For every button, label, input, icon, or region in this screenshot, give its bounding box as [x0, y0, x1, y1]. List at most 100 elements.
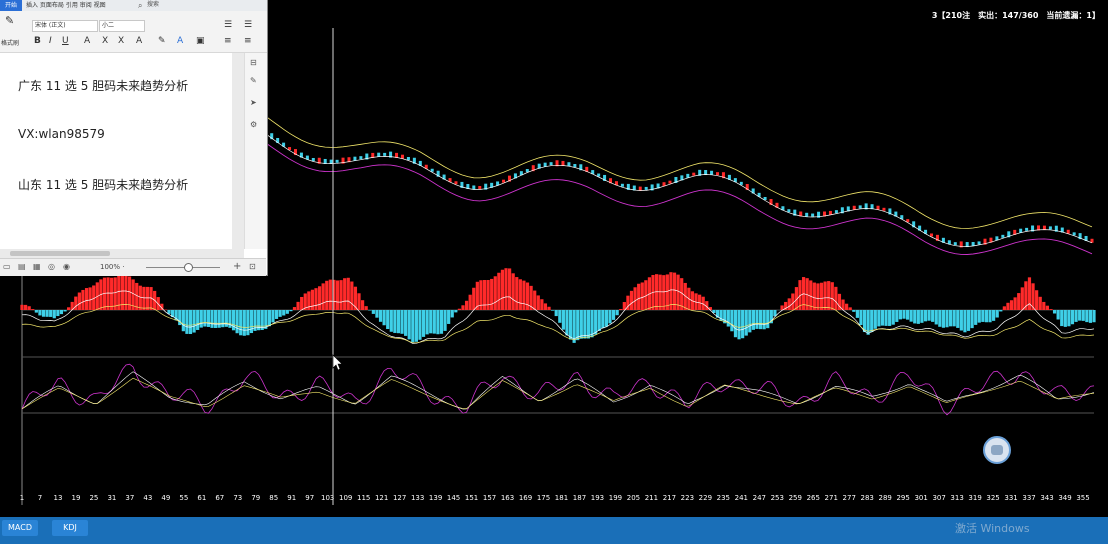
subscript-button[interactable]: X — [118, 36, 124, 46]
macd-histogram-bar — [931, 310, 935, 322]
macd-histogram-bar — [615, 310, 619, 316]
highlight-button[interactable]: ✎ — [158, 36, 166, 46]
x-tick-label: 217 — [663, 494, 676, 502]
macd-histogram-bar — [74, 296, 78, 310]
char-border-button[interactable]: ▣ — [196, 36, 205, 46]
horizontal-scrollbar[interactable] — [0, 249, 244, 258]
x-tick-label: 13 — [54, 494, 63, 502]
macd-histogram-bar — [457, 308, 462, 310]
price-candle — [311, 157, 315, 161]
price-candle — [644, 186, 648, 190]
macd-histogram-bar — [88, 287, 92, 310]
macd-histogram-bar — [20, 304, 24, 310]
macd-panel — [20, 268, 1096, 344]
outline-view-icon[interactable]: ▤ — [18, 263, 26, 271]
macd-histogram-bar — [239, 310, 243, 336]
superscript-button[interactable]: X — [102, 36, 108, 46]
numbered-list-icon[interactable]: ☰ — [244, 20, 252, 30]
macd-histogram-bar — [726, 310, 730, 327]
side-tool-panel: ⊟ ✎ ➤ ⚙ — [244, 53, 267, 249]
macd-histogram-bar — [884, 310, 888, 326]
macd-histogram-bar — [995, 310, 999, 318]
format-painter-icon[interactable]: ✎ — [5, 14, 14, 27]
zoom-in-icon[interactable]: + — [233, 262, 241, 272]
tab-macd[interactable]: MACD — [2, 520, 38, 536]
search-icon[interactable]: ⌕ — [138, 2, 142, 10]
zoom-slider-thumb[interactable] — [184, 263, 193, 272]
align-center-icon[interactable]: ≡ — [244, 36, 252, 46]
macd-histogram-bar — [396, 310, 401, 334]
panel-pin-icon[interactable]: ⊟ — [250, 59, 257, 67]
x-tick-label: 199 — [609, 494, 622, 502]
price-candle — [543, 162, 547, 167]
x-tick-label: 127 — [393, 494, 406, 502]
macd-histogram-bar — [988, 310, 992, 323]
x-tick-label: 325 — [986, 494, 999, 502]
price-candle — [400, 154, 404, 159]
macd-histogram-bar — [113, 277, 117, 310]
settings-icon[interactable]: ⚙ — [250, 121, 257, 129]
bottom-status-bar — [0, 517, 1108, 544]
underline-button[interactable]: U — [62, 36, 69, 46]
text-effect-button[interactable]: A — [136, 36, 142, 46]
macd-histogram-bar — [328, 279, 332, 310]
price-candle — [478, 185, 482, 189]
fit-page-icon[interactable]: ⊡ — [249, 263, 256, 271]
web-view-icon[interactable]: ▦ — [33, 263, 41, 271]
macd-histogram-bar — [658, 274, 662, 310]
price-candle — [329, 159, 333, 164]
pen-icon[interactable]: ✎ — [250, 77, 257, 85]
zoom-slider[interactable] — [146, 267, 220, 268]
macd-histogram-bar — [23, 304, 28, 310]
macd-histogram-bar — [210, 310, 214, 328]
pointer-icon[interactable]: ➤ — [250, 99, 257, 107]
macd-histogram-bar — [257, 310, 261, 331]
price-candle — [930, 233, 934, 237]
price-candle — [834, 210, 838, 214]
macd-histogram-bar — [923, 310, 928, 322]
bullet-list-icon[interactable]: ☰ — [224, 20, 232, 30]
macd-histogram-bar — [758, 310, 763, 330]
x-tick-label: 121 — [375, 494, 388, 502]
italic-button[interactable]: I — [49, 36, 52, 46]
ribbon-tab-list[interactable]: 插入 页面布局 引用 审阅 视图 — [26, 0, 106, 11]
font-color-button[interactable]: A — [177, 36, 183, 46]
kdj-panel — [21, 363, 1095, 416]
macd-histogram-bar — [386, 310, 390, 330]
macd-histogram-bar — [992, 310, 996, 321]
price-candle — [876, 205, 880, 210]
price-candle — [882, 207, 886, 211]
font-name-select[interactable]: 宋体 (正文) — [32, 20, 98, 32]
tab-home[interactable]: 开始 — [0, 0, 22, 11]
macd-histogram-bar — [375, 310, 379, 318]
x-tick-label: 313 — [950, 494, 963, 502]
globe-icon[interactable]: ◎ — [48, 263, 55, 271]
page-view-icon[interactable]: ▭ — [3, 263, 11, 271]
tab-kdj[interactable]: KDJ — [52, 520, 88, 536]
x-tick-label: 343 — [1040, 494, 1053, 502]
document-page[interactable]: 广东 11 选 5 胆码未来趋势分析 VX:wlan98579 山东 11 选 … — [0, 53, 232, 249]
x-tick-label: 1 — [20, 494, 24, 502]
eye-icon[interactable]: ◉ — [63, 263, 70, 271]
macd-histogram-bar — [515, 277, 519, 310]
macd-histogram-bar — [741, 310, 745, 339]
align-left-icon[interactable]: ≡ — [224, 36, 232, 46]
x-tick-label: 7 — [38, 494, 42, 502]
macd-histogram-bar — [1085, 310, 1089, 323]
macd-histogram-bar — [891, 310, 895, 325]
x-tick-label: 187 — [573, 494, 586, 502]
macd-histogram-bar — [888, 310, 892, 326]
macd-histogram-bar — [755, 310, 759, 329]
x-tick-label: 31 — [107, 494, 116, 502]
lottery-status-readout: 3【210注 实出：147/360 当前遗漏：1】 — [931, 11, 1100, 20]
format-painter-label[interactable]: 格式刷 — [1, 38, 19, 47]
x-tick-label: 247 — [753, 494, 766, 502]
strikethrough-button[interactable]: A — [84, 36, 90, 46]
vertical-scrollbar[interactable] — [232, 53, 244, 249]
bold-button[interactable]: B — [34, 36, 41, 46]
assistant-float-icon[interactable] — [983, 436, 1011, 464]
macd-histogram-bar — [472, 287, 476, 310]
font-size-select[interactable]: 小二 — [99, 20, 145, 32]
price-candle — [1048, 226, 1052, 230]
macd-histogram-bar — [568, 310, 573, 340]
